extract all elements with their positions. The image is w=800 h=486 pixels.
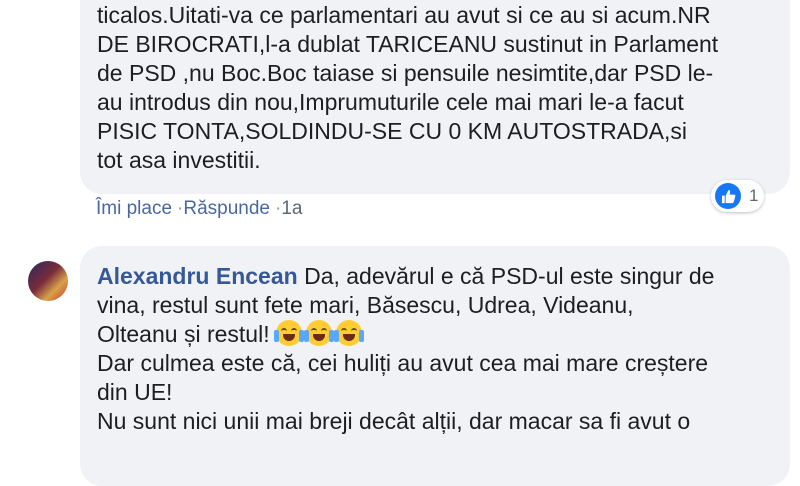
tears-of-joy-icon	[273, 320, 304, 346]
reaction-count: 1	[749, 186, 759, 205]
thumbs-up-icon	[715, 183, 741, 209]
like-link[interactable]: Îmi place	[96, 198, 172, 219]
reaction-summary[interactable]: 1	[711, 180, 765, 212]
tears-of-joy-icon	[333, 320, 364, 346]
comment-text: Alexandru Encean Da, adevărul e că PSD-u…	[97, 262, 787, 436]
tears-of-joy-icon	[303, 320, 334, 346]
reply-link[interactable]: Răspunde	[183, 198, 270, 219]
avatar[interactable]	[28, 261, 68, 301]
comment-author[interactable]: Alexandru Encean	[97, 263, 298, 289]
comment-time[interactable]: 1a	[281, 198, 302, 219]
comment-actions: Îmi place ·Răspunde ·1a	[96, 198, 302, 220]
comment-text-part: Dar culmea este că, cei huliți au avut c…	[97, 350, 709, 434]
comment-text: ticalos.Uitati-va ce parlamentari au avu…	[97, 2, 719, 173]
